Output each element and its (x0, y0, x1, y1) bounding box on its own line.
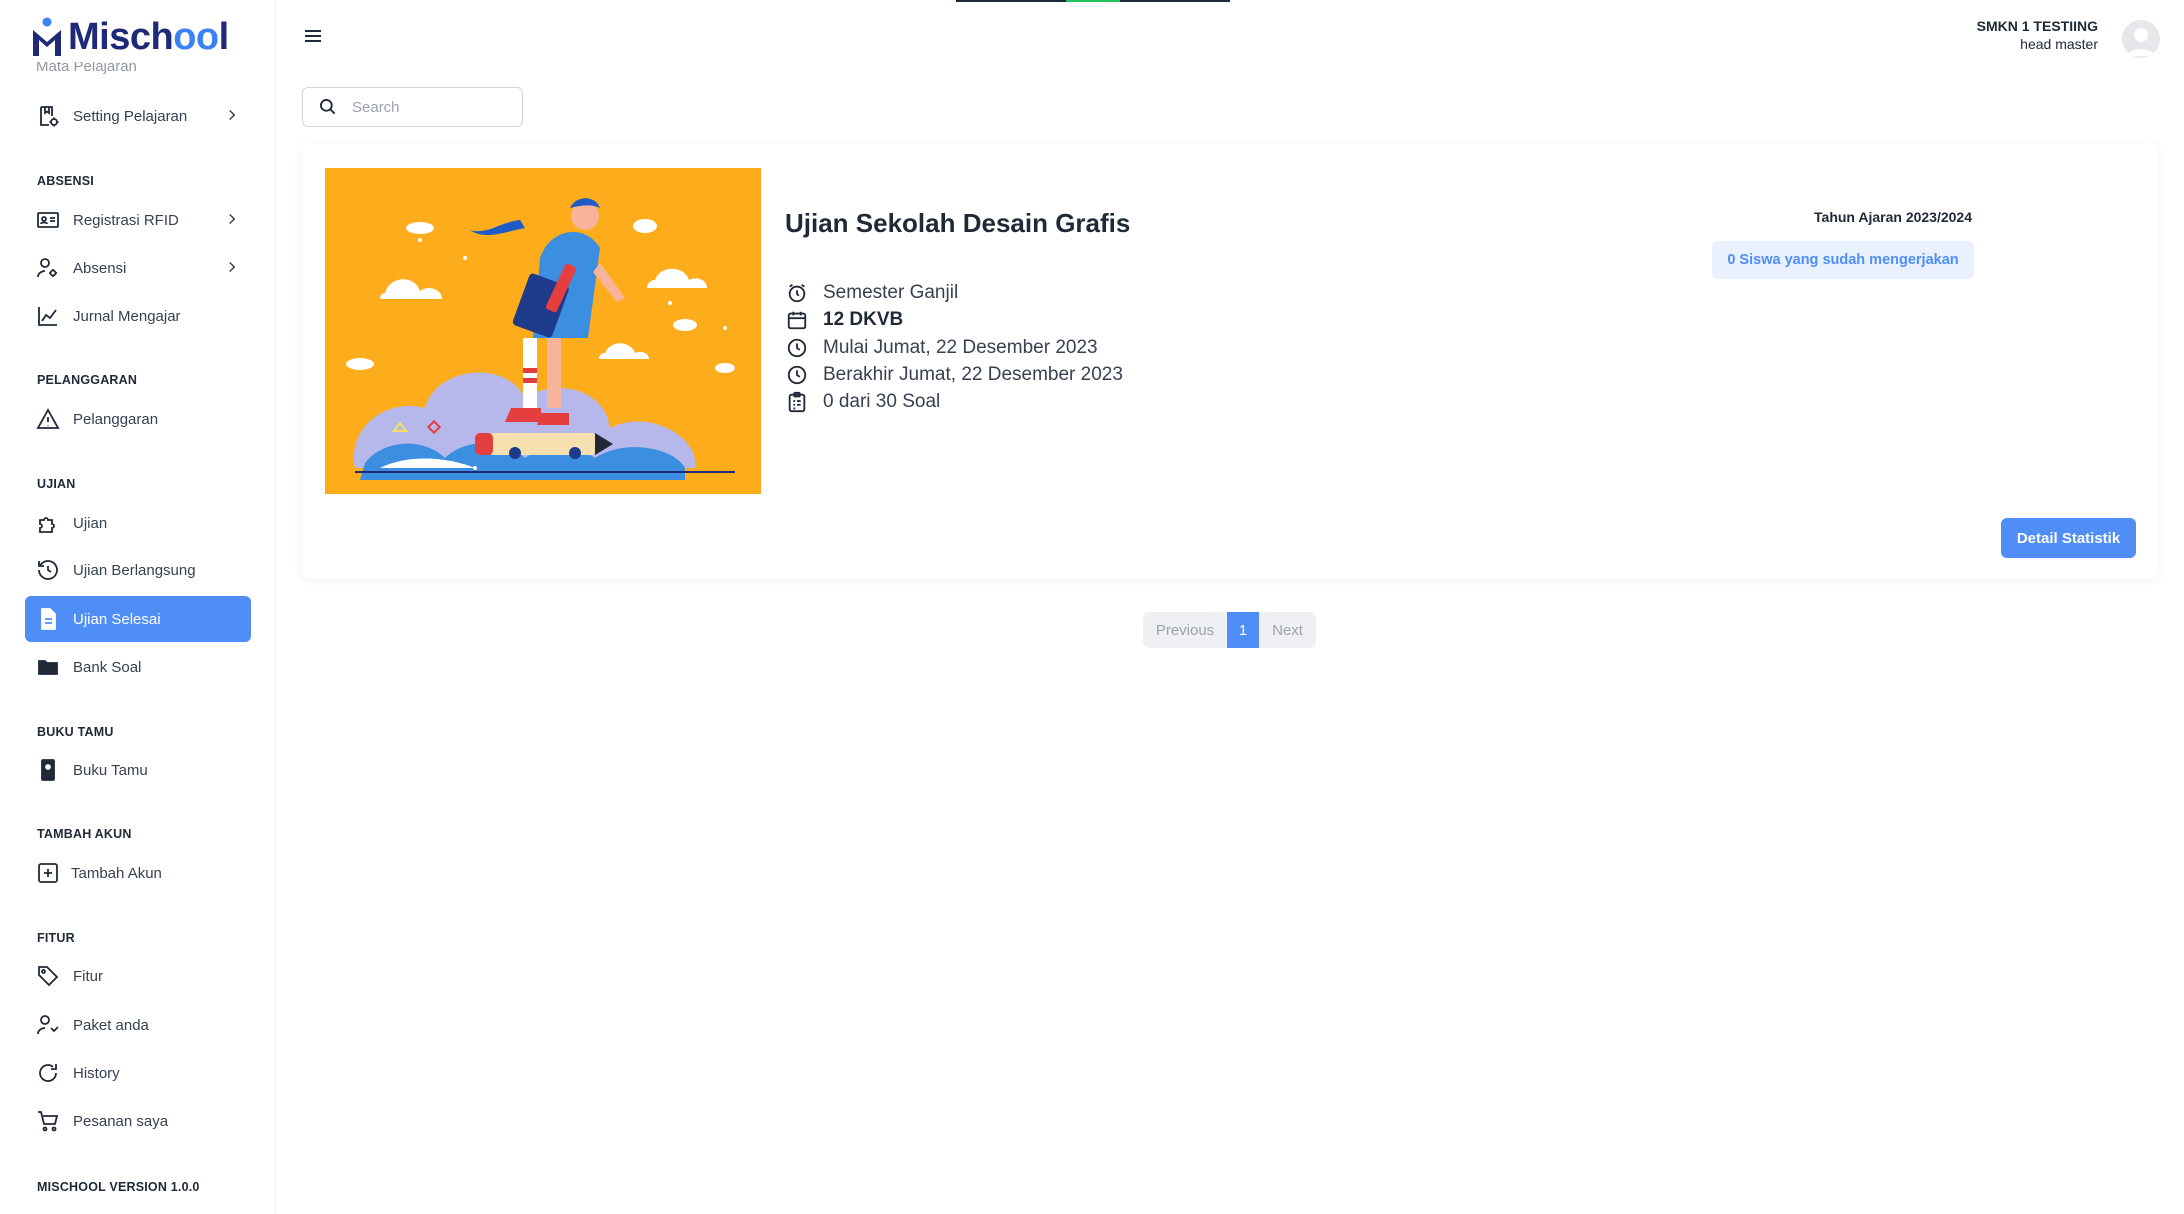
sidebar-item-bank-soal[interactable]: Bank Soal (25, 644, 251, 690)
folder-icon (35, 654, 61, 680)
section-ujian: UJIAN (37, 477, 76, 491)
puzzle-icon (35, 510, 61, 536)
app-logo[interactable]: Mischool (30, 12, 270, 62)
exam-start: Mulai Jumat, 22 Desember 2023 (785, 336, 1098, 360)
book-gear-icon (35, 103, 61, 129)
sidebar-item-absensi[interactable]: Absensi (25, 245, 251, 291)
sidebar-item-history[interactable]: History (25, 1050, 251, 1096)
sidebar-item-label: Ujian Selesai (73, 610, 161, 628)
exam-illustration (325, 168, 761, 494)
detail-statistik-button[interactable]: Detail Statistik (2001, 518, 2136, 558)
students-badge: 0 Siswa yang sudah mengerjakan (1712, 241, 1974, 279)
search-input[interactable] (352, 98, 502, 116)
sidebar-item-jurnal-mengajar[interactable]: Jurnal Mengajar (25, 293, 251, 339)
history-icon (35, 557, 61, 583)
sidebar-item-pesanan-saya[interactable]: Pesanan saya (25, 1098, 251, 1144)
chevron-right-icon (223, 258, 241, 276)
sidebar-item-ujian-berlangsung[interactable]: Ujian Berlangsung (25, 547, 251, 593)
sidebar-item-label: Tambah Akun (71, 864, 162, 882)
loading-bar (956, 0, 1230, 2)
user-info[interactable]: SMKN 1 TESTIING head master (1977, 18, 2098, 52)
section-buku-tamu: BUKU TAMU (37, 725, 114, 739)
sidebar-item-tambah-akun[interactable]: Tambah Akun (25, 850, 251, 896)
exam-semester-text: Semester Ganjil (823, 282, 959, 303)
exam-end-text: Berakhir Jumat, 22 Desember 2023 (823, 364, 1123, 385)
logo-text: Mischool (68, 15, 229, 58)
sidebar: Mata Pelajaran Mischool Setting Pelajara… (0, 0, 276, 1214)
sidebar-item-label: Absensi (73, 259, 127, 277)
sidebar-item-registrasi-rfid[interactable]: Registrasi RFID (25, 197, 251, 243)
sidebar-item-label: History (73, 1064, 120, 1082)
pagination: Previous 1 Next (1143, 612, 1316, 648)
sidebar-item-label: Registrasi RFID (73, 211, 179, 229)
clock-icon (785, 363, 809, 387)
chevron-right-icon (223, 106, 241, 124)
alarm-clock-icon (785, 281, 809, 305)
sidebar-item-ujian-selesai[interactable]: Ujian Selesai (25, 596, 251, 642)
section-pelanggaran: PELANGGARAN (37, 373, 138, 387)
sidebar-item-ujian[interactable]: Ujian (25, 500, 251, 546)
academic-year: Tahun Ajaran 2023/2024 (1814, 209, 1972, 225)
pagination-page-1[interactable]: 1 (1227, 612, 1259, 648)
sidebar-item-fitur[interactable]: Fitur (25, 953, 251, 999)
sidebar-item-label: Pelanggaran (73, 410, 159, 428)
guestbook-icon (35, 757, 61, 783)
pagination-next[interactable]: Next (1259, 612, 1316, 648)
user-gear-icon (35, 255, 61, 281)
section-fitur: FITUR (37, 931, 75, 945)
user-school: SMKN 1 TESTIING (1976, 18, 2098, 34)
sidebar-item-label: Pesanan saya (73, 1112, 169, 1130)
sidebar-item-label: Paket anda (73, 1016, 149, 1034)
section-absensi: ABSENSI (37, 174, 94, 188)
cart-icon (35, 1108, 61, 1134)
exam-class: 12 DKVB (785, 308, 903, 332)
sidebar-item-label: Ujian Berlangsung (73, 561, 196, 579)
sidebar-item-label: Ujian (73, 514, 108, 532)
section-tambah-akun: TAMBAH AKUN (37, 827, 132, 841)
exam-semester: Semester Ganjil (785, 281, 958, 305)
exam-questions-text: 0 dari 30 Soal (823, 391, 941, 412)
sidebar-item-label: Jurnal Mengajar (73, 307, 181, 325)
chart-icon (35, 303, 61, 329)
pagination-previous[interactable]: Previous (1143, 612, 1227, 648)
exam-questions: 0 dari 30 Soal (785, 390, 940, 414)
sidebar-item-label: Fitur (73, 967, 103, 985)
sidebar-item-label: Bank Soal (73, 658, 142, 676)
user-package-icon (35, 1012, 61, 1038)
sidebar-item-setting-pelajaran[interactable]: Setting Pelajaran (25, 93, 251, 139)
sidebar-item-paket-anda[interactable]: Paket anda (25, 1002, 251, 1048)
calendar-icon (785, 308, 809, 332)
sidebar-item-buku-tamu[interactable]: Buku Tamu (25, 747, 251, 793)
exam-title: Ujian Sekolah Desain Grafis (785, 208, 1131, 238)
exam-card: Ujian Sekolah Desain Grafis Semester Gan… (302, 143, 2158, 579)
search-icon (318, 97, 338, 117)
plus-square-icon (35, 860, 61, 886)
clipboard-icon (785, 390, 809, 414)
tag-icon (35, 963, 61, 989)
exam-end: Berakhir Jumat, 22 Desember 2023 (785, 363, 1123, 387)
refresh-icon (35, 1060, 61, 1086)
clock-icon (785, 336, 809, 360)
sidebar-item-label: Buku Tamu (73, 761, 148, 779)
app-version: MISCHOOL VERSION 1.0.0 (37, 1180, 200, 1194)
logo-mark-icon (33, 17, 61, 56)
exam-start-text: Mulai Jumat, 22 Desember 2023 (823, 337, 1098, 358)
search-box[interactable] (302, 87, 523, 127)
sidebar-item-pelanggaran[interactable]: Pelanggaran (25, 396, 251, 442)
exam-class-text: 12 DKVB (823, 309, 904, 330)
chevron-right-icon (223, 210, 241, 228)
user-role: head master (2020, 36, 2098, 52)
document-icon (35, 606, 61, 632)
id-card-icon (35, 207, 61, 233)
sidebar-item-label: Setting Pelajaran (73, 107, 188, 125)
avatar[interactable] (2122, 20, 2160, 58)
warning-icon (35, 406, 61, 432)
menu-toggle-icon[interactable] (302, 24, 324, 48)
